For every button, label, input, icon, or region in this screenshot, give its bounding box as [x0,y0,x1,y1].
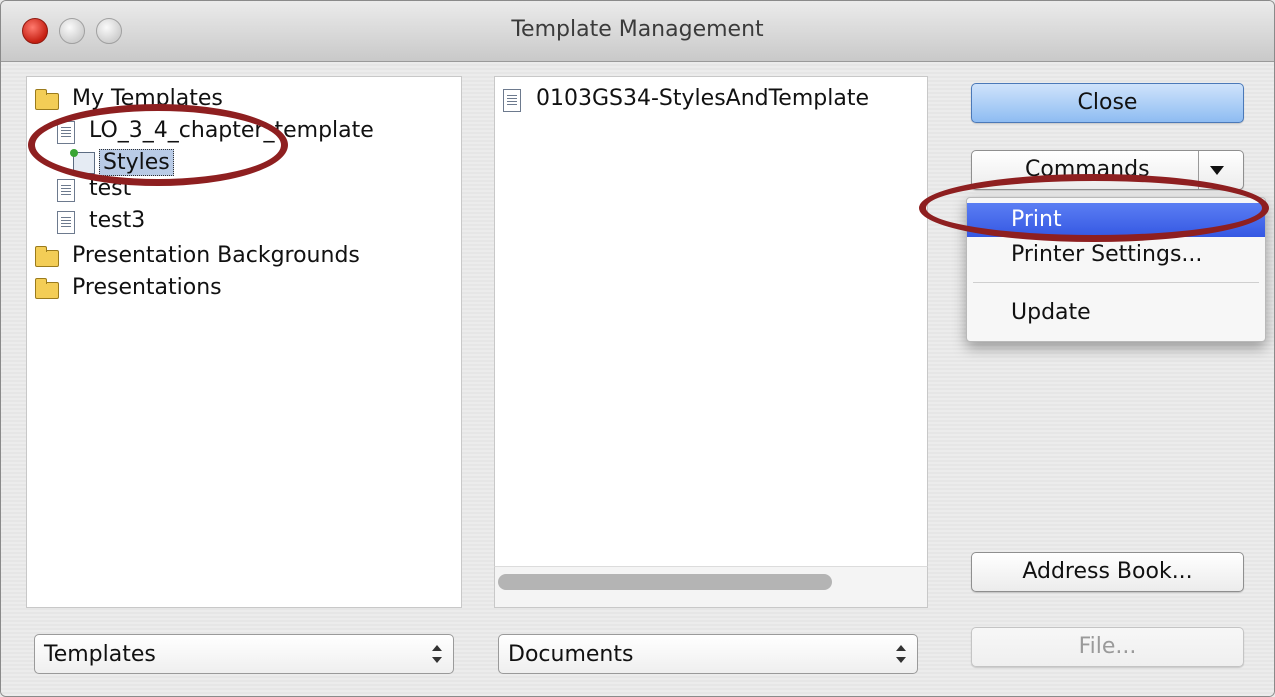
commands-separator [1198,151,1199,189]
updown-arrows-icon [896,645,906,663]
window-title: Template Management [511,17,764,42]
title-bar: Template Management [1,1,1274,62]
styles-icon [70,149,95,174]
template-tree[interactable]: My Templates LO_3_4_chapter_template Sty… [26,76,462,608]
document-icon [503,89,521,112]
templates-select-value: Templates [44,642,156,667]
dialog-content: My Templates LO_3_4_chapter_template Sty… [1,62,1274,696]
folder-icon [35,278,59,299]
updown-arrows-icon [432,645,442,663]
documents-select[interactable]: Documents [498,634,918,674]
document-icon [57,121,75,144]
template-management-window: Template Management My Templates LO_3_4_… [0,0,1275,697]
templates-select[interactable]: Templates [34,634,454,674]
document-list[interactable]: 0103GS34-StylesAndTemplate [494,76,928,576]
commands-menu: Print Printer Settings... Update [966,197,1266,342]
close-button[interactable]: Close [971,83,1244,123]
commands-button[interactable]: Commands [971,150,1244,190]
scrollbar-thumb[interactable] [498,574,832,590]
menu-divider [973,282,1259,283]
address-book-button[interactable]: Address Book... [971,552,1244,592]
commands-label: Commands [1025,157,1150,182]
file-button[interactable]: File... [971,627,1244,667]
document-icon [57,211,75,234]
folder-icon [35,246,59,267]
menu-item-print[interactable]: Print [967,203,1265,237]
menu-item-update[interactable]: Update [967,296,1265,330]
documents-select-value: Documents [508,642,634,667]
folder-open-icon [35,89,59,110]
chevron-down-icon[interactable] [1210,166,1224,175]
menu-item-printer-settings[interactable]: Printer Settings... [967,238,1265,272]
horizontal-scrollbar[interactable] [494,566,928,608]
document-icon [57,179,75,202]
